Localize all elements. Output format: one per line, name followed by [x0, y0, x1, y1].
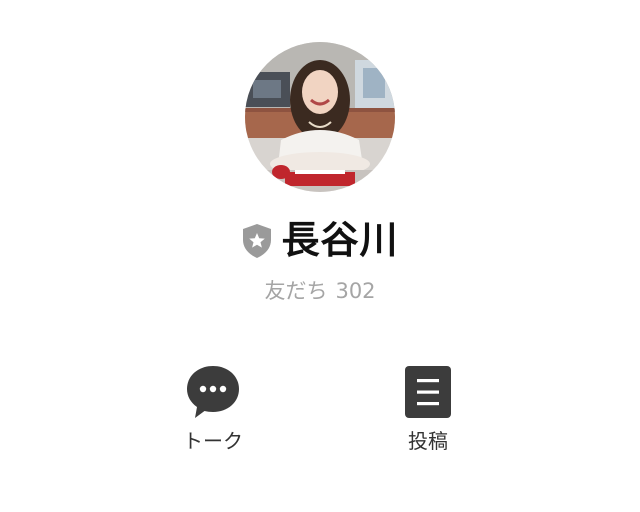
talk-label: トーク [183, 429, 243, 453]
posts-list-icon [398, 362, 458, 422]
friends-count-line[interactable]: 友だち 302 [0, 276, 640, 306]
friends-label: 友だち [264, 279, 328, 303]
official-shield-star-icon [243, 224, 272, 258]
profile-name: 長谷川 [281, 218, 399, 262]
posts-label: 投稿 [408, 429, 448, 453]
profile-name-row: 長谷川 [0, 214, 640, 266]
profile-avatar[interactable] [245, 42, 395, 192]
avatar-photo [245, 42, 395, 192]
friends-count: 302 [335, 279, 376, 303]
talk-button[interactable]: トーク [143, 362, 283, 462]
profile-page: 長谷川 友だち 302 トーク 投稿 [0, 0, 640, 512]
posts-button[interactable]: 投稿 [358, 362, 498, 462]
speech-bubble-icon [183, 362, 243, 422]
